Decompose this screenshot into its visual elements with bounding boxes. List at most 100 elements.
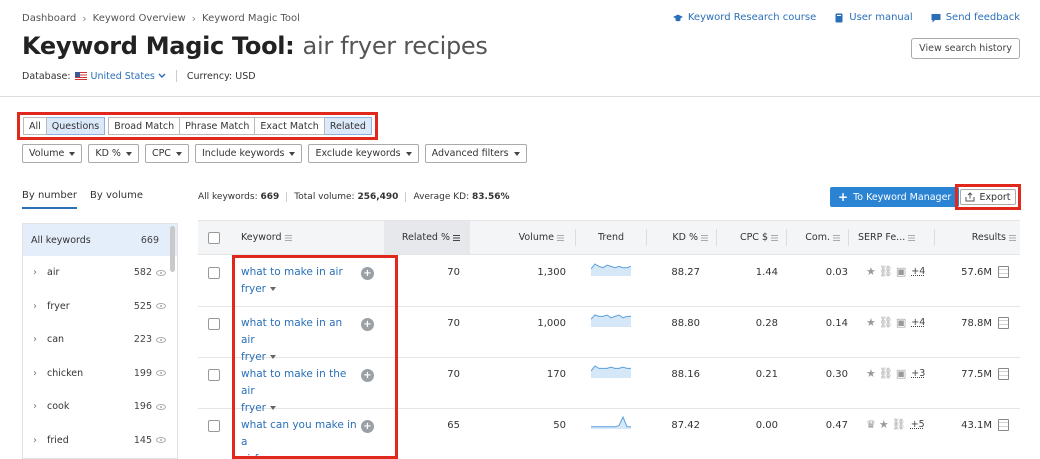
serp-more-link[interactable]: +3 <box>911 368 925 379</box>
filter-bar: Volume KD % CPC Include keywords Exclude… <box>22 144 527 163</box>
results-value: 57.6M <box>961 267 992 278</box>
eye-icon[interactable] <box>156 370 166 377</box>
tab-by-number[interactable]: By number <box>22 190 77 209</box>
group-item[interactable]: › cook 196 <box>23 390 177 424</box>
advanced-filters[interactable]: Advanced filters <box>424 144 527 163</box>
chevron-right-icon[interactable]: › <box>33 301 47 312</box>
graduation-cap-icon <box>672 14 683 21</box>
row-checkbox[interactable] <box>208 369 220 381</box>
trend-sparkline <box>590 263 632 276</box>
column-keyword[interactable]: Keyword <box>241 221 381 254</box>
com-value: 0.30 <box>825 369 848 380</box>
column-volume[interactable]: Volume <box>470 221 574 254</box>
sort-icon <box>1009 234 1016 241</box>
sort-icon <box>284 234 292 241</box>
kd-value: 88.80 <box>671 318 700 329</box>
average-kd: 83.56% <box>472 192 510 202</box>
kd-value: 88.16 <box>671 369 700 380</box>
eye-icon[interactable] <box>156 336 166 343</box>
divider <box>286 192 288 202</box>
chevron-right-icon[interactable]: › <box>33 435 47 446</box>
exclude-keywords-filter[interactable]: Exclude keywords <box>308 144 419 163</box>
column-results[interactable]: Results <box>934 221 1020 254</box>
eye-icon[interactable] <box>156 437 166 444</box>
group-item[interactable]: › fryer 525 <box>23 290 177 324</box>
row-checkbox[interactable] <box>208 318 220 330</box>
match-group-primary: All Questions <box>23 117 106 135</box>
trend-cell <box>590 313 631 330</box>
chevron-right-icon: › <box>82 12 87 25</box>
keyword-groups-list: All keywords 669 › air 582 › fryer 525 ›… <box>22 223 178 459</box>
kd-filter[interactable]: KD % <box>88 144 139 163</box>
column-kd[interactable]: KD % <box>646 221 716 254</box>
serp-document-icon[interactable] <box>998 368 1009 380</box>
sort-icon <box>908 234 916 241</box>
serp-more-link[interactable]: +5 <box>911 419 925 430</box>
breadcrumb-keyword-overview[interactable]: Keyword Overview <box>93 13 186 24</box>
row-checkbox[interactable] <box>208 420 220 432</box>
eye-icon[interactable] <box>156 303 166 310</box>
cpc-filter[interactable]: CPC <box>144 144 189 163</box>
group-item[interactable]: › chicken 199 <box>23 357 177 391</box>
row-checkbox[interactable] <box>208 267 220 279</box>
volume-filter[interactable]: Volume <box>22 144 83 163</box>
serp-document-icon[interactable] <box>998 419 1009 431</box>
database-select[interactable]: United States <box>91 71 166 82</box>
group-item[interactable]: › can 223 <box>23 323 177 357</box>
sort-icon <box>557 234 564 241</box>
cpc-value: 0.00 <box>755 420 778 431</box>
chevron-right-icon[interactable]: › <box>33 401 47 412</box>
group-item[interactable]: › fried 145 <box>23 424 177 458</box>
column-related[interactable]: Related % <box>384 221 470 254</box>
book-icon <box>835 13 843 22</box>
star-icon: ★ <box>878 418 889 431</box>
volume-value: 1,000 <box>537 318 566 329</box>
to-keyword-manager-button[interactable]: + To Keyword Manager <box>830 187 960 207</box>
send-feedback-link[interactable]: Send feedback <box>931 12 1020 23</box>
trend-cell <box>590 262 632 279</box>
serp-document-icon[interactable] <box>998 317 1009 329</box>
serp-more-link[interactable]: +4 <box>911 266 925 277</box>
column-cpc[interactable]: CPC $ <box>716 221 786 254</box>
tab-questions[interactable]: Questions <box>46 117 106 135</box>
tab-all[interactable]: All <box>23 117 47 135</box>
eye-icon[interactable] <box>156 403 166 410</box>
tab-by-volume[interactable]: By volume <box>90 190 143 209</box>
keyword-research-course-link[interactable]: Keyword Research course <box>672 12 816 23</box>
chevron-right-icon[interactable]: › <box>33 267 47 278</box>
kd-value: 88.27 <box>671 267 700 278</box>
tab-phrase-match[interactable]: Phrase Match <box>180 117 256 135</box>
include-keywords-filter[interactable]: Include keywords <box>194 144 303 163</box>
groups-scrollbar[interactable] <box>170 226 175 272</box>
group-item[interactable]: › air 582 <box>23 256 177 290</box>
divider <box>175 70 177 82</box>
breadcrumb-dashboard[interactable]: Dashboard <box>22 13 76 24</box>
export-button[interactable]: Export <box>960 189 1016 205</box>
header-divider <box>0 96 1040 97</box>
serp-more-link[interactable]: +4 <box>911 317 925 328</box>
column-serp-features[interactable]: SERP Fe... <box>858 221 934 254</box>
top-links: Keyword Research course User manual Send… <box>672 12 1020 23</box>
eye-icon[interactable] <box>156 269 166 276</box>
tab-exact-match[interactable]: Exact Match <box>255 117 325 135</box>
link-icon: ⛓ <box>891 418 906 431</box>
row-checkbox-cell <box>208 267 220 279</box>
keyword-column-highlight <box>232 255 398 459</box>
star-icon: ★ <box>866 316 876 329</box>
select-all-checkbox[interactable] <box>208 231 220 244</box>
chevron-right-icon[interactable]: › <box>33 368 47 379</box>
view-search-history-button[interactable]: View search history <box>911 38 1020 59</box>
user-manual-link[interactable]: User manual <box>834 12 913 23</box>
tab-related[interactable]: Related <box>324 117 372 135</box>
volume-value: 1,300 <box>537 267 566 278</box>
trend-cell <box>591 415 631 432</box>
chevron-right-icon[interactable]: › <box>33 334 47 345</box>
serp-features: ★ ⛓ ▣ +4 <box>866 265 925 278</box>
page-title-tool: Keyword Magic Tool: <box>22 32 295 60</box>
tab-broad-match[interactable]: Broad Match <box>108 117 181 135</box>
group-all-keywords[interactable]: All keywords 669 <box>23 224 177 256</box>
database-line: Database: United States Currency: USD <box>22 70 256 82</box>
column-com[interactable]: Com. <box>786 221 848 254</box>
star-icon: ★ <box>866 367 876 380</box>
serp-document-icon[interactable] <box>998 266 1009 278</box>
